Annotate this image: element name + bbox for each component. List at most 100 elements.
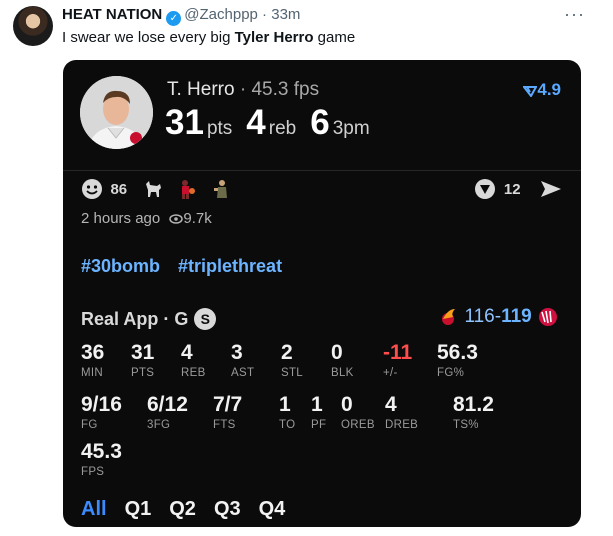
stat-label: 3FG	[147, 419, 171, 431]
comment-share: 12	[474, 178, 563, 200]
stat-value: 45.3	[81, 440, 122, 463]
stat-line: 31 pts 4 reb 6 3pm	[165, 103, 384, 143]
comment-count: 12	[503, 180, 521, 198]
score-home: 116	[464, 306, 495, 327]
points-value: 31	[165, 103, 204, 142]
stat-cell: 36 MIN	[81, 341, 105, 380]
stat-value: -11	[383, 341, 413, 364]
author-avatar[interactable]	[13, 6, 53, 46]
comment-icon[interactable]	[474, 178, 496, 200]
stat-cell: 1 TO	[279, 393, 296, 432]
stat-label: BLK	[331, 367, 354, 379]
reactions: 86	[81, 178, 233, 200]
stat-value: 4	[181, 341, 193, 364]
stat-label: FTS	[213, 419, 236, 431]
source-line: Real App · GS	[81, 308, 217, 330]
hashtag[interactable]: #30bomb	[81, 256, 160, 276]
player-fps: 45.3 fps	[251, 79, 320, 100]
stat-value: 3	[231, 341, 243, 364]
more-horizontal-icon[interactable]: ···	[564, 4, 585, 25]
tweet-text-part: I swear we lose every big	[62, 29, 235, 46]
player-emoji-icon[interactable]	[176, 178, 198, 200]
view-count: 9.7k	[183, 210, 212, 227]
tweet-text-part: game	[313, 29, 356, 46]
stat-cell: 4 DREB	[385, 394, 419, 432]
stat-cell: 56.3 FG%	[437, 341, 478, 380]
source-label: Real App · G	[81, 309, 189, 329]
stat-label: PTS	[131, 367, 155, 379]
hashtag[interactable]: #triplethreat	[178, 256, 282, 276]
stat-value: 0	[341, 393, 353, 416]
player-avatar	[80, 76, 153, 149]
separator-dot: ·	[234, 79, 252, 100]
stat-label: DREB	[385, 419, 419, 431]
stat-value: 1	[311, 393, 323, 416]
tab-q3[interactable]: Q3	[214, 498, 241, 520]
tab-all[interactable]: All	[81, 498, 107, 520]
eye-icon	[169, 214, 184, 224]
stat-label: FG%	[437, 367, 465, 379]
stat-value: 31	[131, 341, 155, 364]
stat-cell: 2 STL	[281, 341, 303, 380]
stat-label: +/-	[383, 367, 398, 379]
stat-cell: 7/7 FTS	[213, 393, 243, 432]
attached-image[interactable]: T. Herro · 45.3 fps 31 pts 4 reb 6 3pm 4.9 86…	[63, 60, 581, 527]
stat-cell: 81.2 TS%	[453, 393, 494, 432]
threes-unit: 3pm	[332, 118, 370, 139]
stat-value: 1	[279, 393, 291, 416]
stat-value: 0	[331, 341, 343, 364]
stat-value: 36	[81, 341, 105, 364]
score-away: 119	[501, 306, 532, 327]
hashtags: #30bomb #triplethreat	[81, 256, 300, 277]
tab-q4[interactable]: Q4	[259, 498, 286, 520]
stat-value: 56.3	[437, 341, 478, 364]
threes-value: 6	[310, 103, 330, 142]
heat-logo-icon	[442, 308, 456, 325]
rating-value: 4.9	[537, 80, 561, 99]
stat-cell: 9/16 FG	[81, 393, 122, 432]
stat-label: TO	[279, 419, 296, 431]
separator-dot: ·	[257, 6, 272, 23]
time-ago: 2 hours ago	[81, 210, 161, 227]
author-name[interactable]: HEAT NATION	[62, 6, 162, 23]
game-score: 116-119	[439, 306, 559, 328]
quarter-tabs: All Q1 Q2 Q3 Q4	[81, 498, 303, 521]
stat-cell: 4 REB	[181, 341, 206, 380]
stat-cell: 1 PF	[311, 393, 326, 432]
stat-label: REB	[181, 367, 206, 379]
stat-cell: 0 BLK	[331, 341, 354, 380]
stat-label: STL	[281, 367, 303, 379]
stat-label: OREB	[341, 419, 375, 431]
fan-emoji-icon[interactable]	[211, 178, 233, 200]
stat-label: AST	[231, 367, 255, 379]
source-badge: S	[194, 308, 217, 330]
stat-cell: 6/12 3FG	[147, 393, 188, 432]
stat-label: FG	[81, 419, 98, 431]
stat-value: 9/16	[81, 393, 122, 416]
tweet-text: I swear we lose every big Tyler Herro ga…	[62, 29, 355, 46]
rating: 4.9	[523, 80, 561, 100]
goat-icon[interactable]	[142, 178, 164, 200]
stat-label: FPS	[81, 466, 105, 478]
stat-cell: 31 PTS	[131, 341, 155, 380]
stat-cell: -11 +/-	[383, 341, 413, 380]
verified-icon: ✓	[166, 11, 182, 26]
stat-value: 6/12	[147, 393, 188, 416]
tab-q2[interactable]: Q2	[169, 498, 196, 520]
share-icon[interactable]	[539, 179, 563, 199]
meta-line: 2 hours ago 9.7k	[81, 210, 212, 227]
stat-cell: 45.3 FPS	[81, 440, 122, 479]
stat-value: 81.2	[453, 393, 494, 416]
tab-q1[interactable]: Q1	[125, 498, 152, 520]
stat-label: MIN	[81, 367, 103, 379]
stat-value: 2	[281, 341, 293, 364]
reaction-count: 86	[110, 180, 128, 198]
player-name: T. Herro	[167, 79, 235, 100]
rating-icon	[523, 85, 538, 97]
stat-value: 7/7	[213, 393, 243, 416]
author-handle[interactable]: @Zachppp	[184, 6, 258, 23]
tweet-time[interactable]: 33m	[271, 6, 300, 23]
points-unit: pts	[206, 118, 233, 139]
divider	[63, 170, 581, 171]
stat-cell: 0 OREB	[341, 393, 375, 432]
